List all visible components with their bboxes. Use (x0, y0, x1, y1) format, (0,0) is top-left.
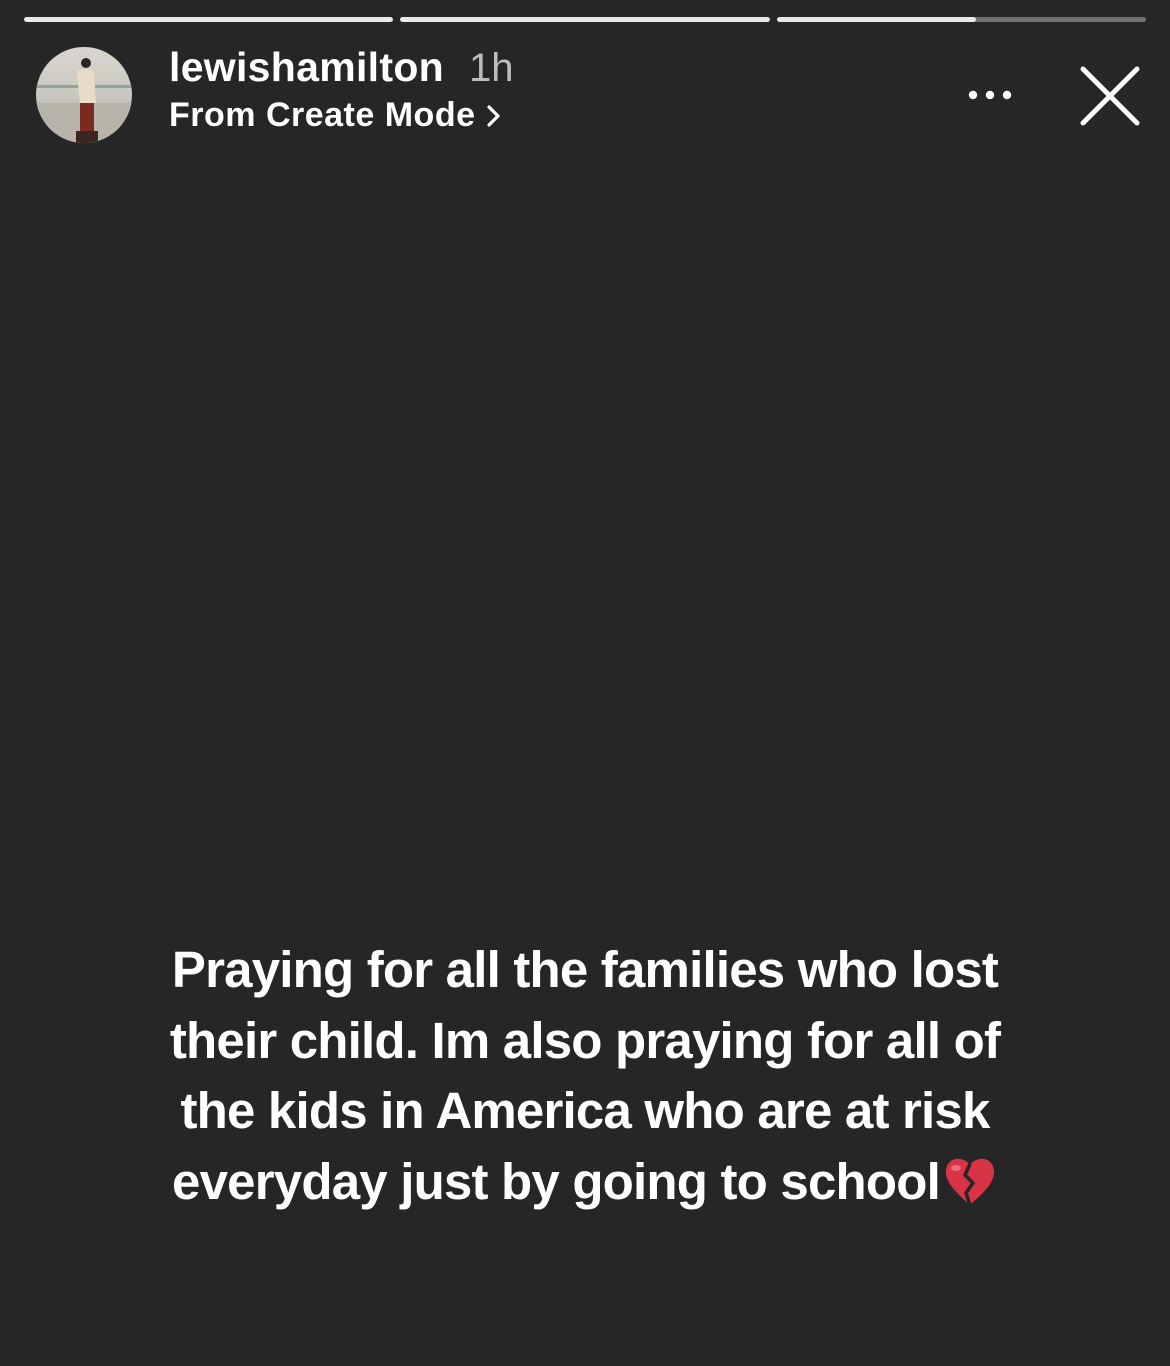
caption-line-4: everyday just by going to school (172, 1152, 941, 1210)
story-progress-bar (24, 17, 1146, 23)
progress-fill-1 (24, 17, 394, 22)
caption-line-2: their child. Im also praying for all of (169, 1011, 1001, 1069)
create-mode-label: From Create Mode (169, 96, 476, 134)
progress-segment-2 (400, 17, 770, 22)
more-horizontal-icon (968, 90, 1012, 100)
progress-segment-1 (24, 17, 394, 22)
name-row: lewishamilton 1h (169, 44, 514, 96)
caption-line-4-wrap: everyday just by going to school (85, 1147, 1085, 1218)
create-mode-link[interactable]: From Create Mode (169, 96, 514, 135)
profile-photo-icon (36, 47, 132, 143)
close-button[interactable] (1072, 58, 1148, 134)
progress-fill-2 (400, 17, 770, 22)
more-options-button[interactable] (960, 72, 1020, 118)
story-caption: Praying for all the families who lost th… (85, 935, 1085, 1217)
chevron-right-icon (486, 104, 500, 127)
caption-line-3: the kids in America who are at risk (180, 1082, 990, 1139)
progress-segment-3 (776, 17, 1146, 22)
story-header: lewishamilton 1h From Create Mode (169, 44, 514, 135)
username[interactable]: lewishamilton (169, 44, 444, 91)
close-icon (1080, 66, 1140, 126)
progress-fill-3 (776, 17, 977, 22)
caption-line-1: Praying for all the families who lost (171, 941, 999, 998)
broken-heart-icon (945, 1158, 994, 1206)
post-time: 1h (469, 46, 514, 90)
avatar[interactable] (36, 47, 132, 143)
